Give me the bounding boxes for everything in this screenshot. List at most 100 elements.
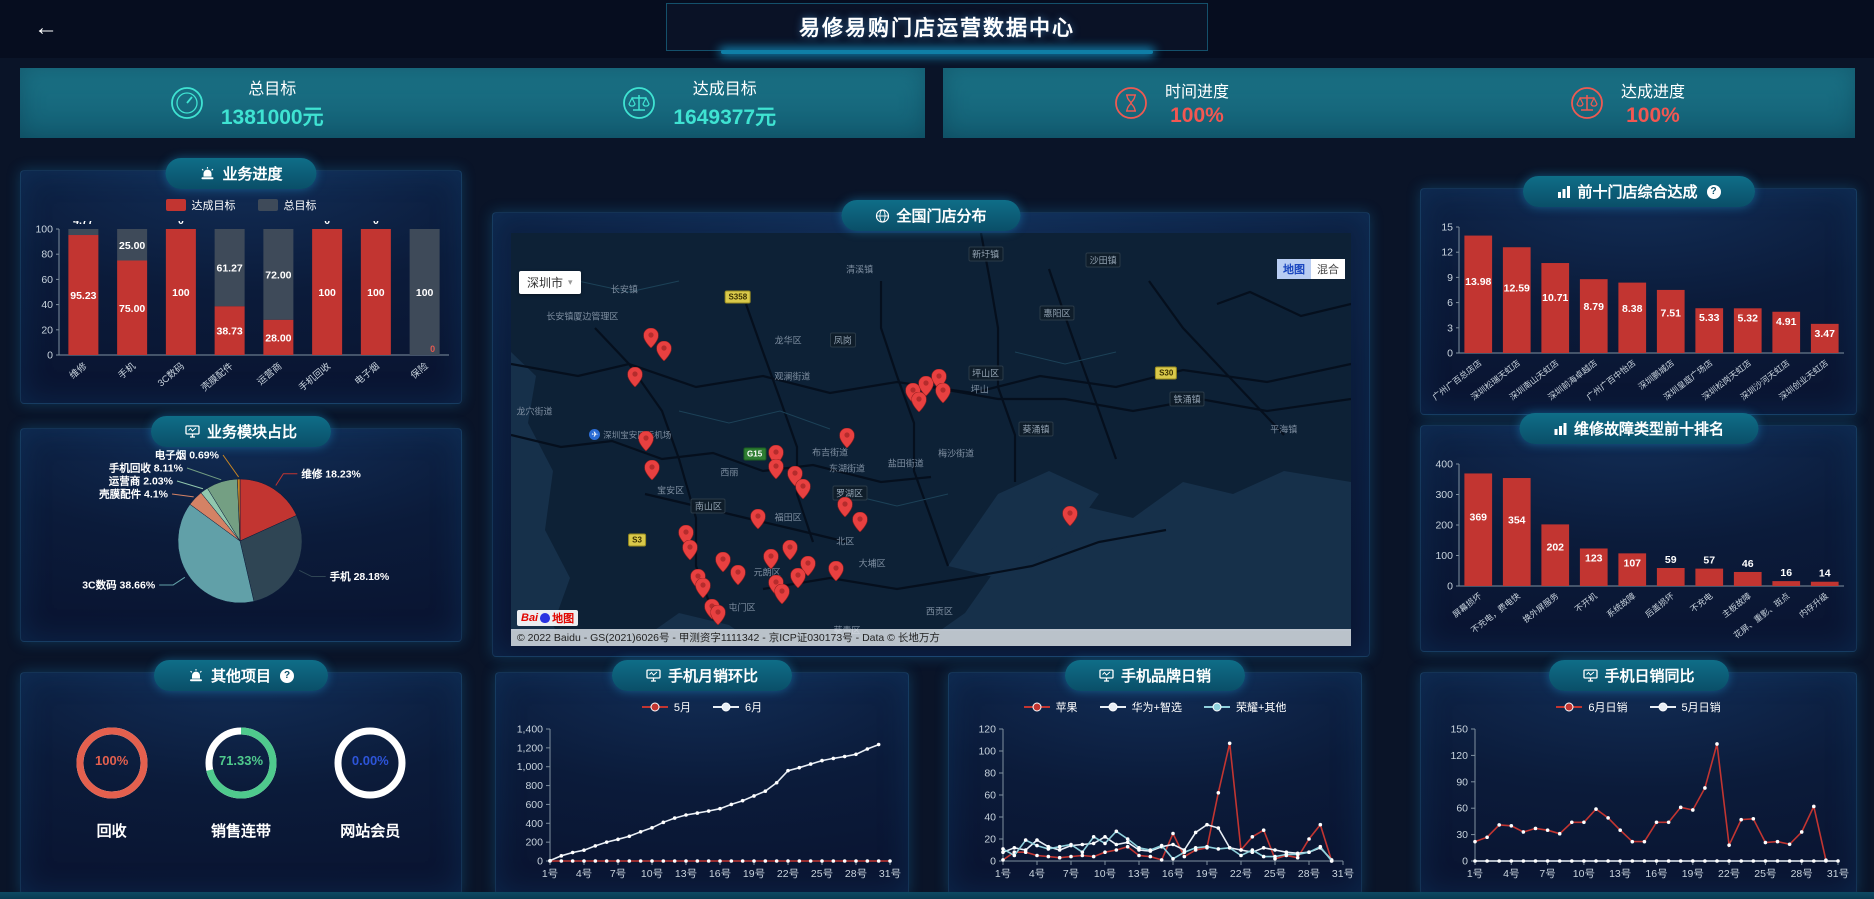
map-pin[interactable]: [796, 479, 811, 499]
progress-ring: 0.00% 网站会员: [320, 721, 420, 841]
svg-text:13号: 13号: [1128, 868, 1150, 880]
svg-text:46: 46: [1742, 558, 1754, 570]
help-badge[interactable]: ?: [280, 669, 294, 683]
progress-ring: 100%回收: [62, 721, 162, 841]
bar: [1657, 568, 1685, 586]
legend-item[interactable]: 6月: [713, 699, 762, 715]
legend-item[interactable]: 荣耀+其他: [1204, 699, 1286, 715]
svg-text:3: 3: [1447, 322, 1453, 334]
panel-store-map: 全国门店分布 长安镇长安镇厦边管理区清溪镇新圩镇沙田镇惠阳区凤岗龙华区观澜街道坪…: [492, 212, 1370, 657]
map-pin[interactable]: [840, 428, 855, 448]
svg-text:60: 60: [984, 790, 996, 802]
road-badge: S358: [724, 291, 751, 304]
svg-text:100: 100: [1435, 550, 1453, 562]
svg-text:壳膜配件 4.1%: 壳膜配件 4.1%: [98, 488, 169, 501]
map-pin[interactable]: [768, 459, 783, 479]
map-type-hybrid-button[interactable]: 混合: [1311, 259, 1345, 279]
kpi-value: 1381000元: [221, 101, 324, 131]
svg-text:0: 0: [178, 221, 184, 227]
legend-item[interactable]: 5月日销: [1650, 699, 1721, 715]
map-pin[interactable]: [912, 392, 927, 412]
legend-item[interactable]: 5月: [642, 699, 691, 715]
map-pin[interactable]: [645, 460, 660, 480]
map-pin[interactable]: [838, 497, 853, 517]
bar: [1618, 283, 1646, 353]
svg-text:屏幕损坏: 屏幕损坏: [1451, 590, 1484, 619]
svg-text:75.00: 75.00: [119, 303, 145, 315]
svg-text:0: 0: [47, 350, 53, 362]
map-pin[interactable]: [829, 561, 844, 581]
svg-text:3C数码 38.66%: 3C数码 38.66%: [82, 578, 156, 591]
map-pin[interactable]: [628, 367, 643, 387]
map-pin[interactable]: [639, 431, 654, 451]
map-pin[interactable]: [775, 584, 790, 604]
map-pin[interactable]: [750, 509, 765, 529]
yoy-sales-chart: 03060901201501号4号7号10号13号16号19号22号25号28号…: [1423, 719, 1854, 891]
svg-text:100: 100: [318, 287, 336, 299]
scale-icon: [621, 85, 657, 121]
dashboard: ← 易修易购门店运营数据中心 总目标 1381000元 达成目标: [0, 0, 1874, 899]
map-pin[interactable]: [852, 512, 867, 532]
monitor-icon: [646, 669, 661, 682]
airport-icon: ✈: [589, 429, 600, 440]
legend-item[interactable]: 总目标: [258, 197, 317, 213]
map-place-label: 东湖街道: [829, 462, 865, 475]
svg-text:600: 600: [525, 799, 543, 811]
svg-text:38.73: 38.73: [216, 326, 242, 338]
svg-text:30: 30: [1456, 829, 1468, 841]
svg-text:300: 300: [1435, 489, 1453, 501]
road-badge: S30: [1155, 367, 1177, 380]
baidu-paw-icon: [540, 613, 550, 623]
svg-text:系统故障: 系统故障: [1605, 590, 1638, 619]
legend-item[interactable]: 华为+智选: [1100, 699, 1182, 715]
svg-text:19号: 19号: [743, 868, 765, 880]
svg-text:4号: 4号: [576, 868, 592, 880]
back-arrow-icon[interactable]: ←: [34, 14, 58, 42]
bar: [1541, 524, 1569, 586]
svg-text:1,000: 1,000: [517, 761, 543, 773]
map-pin[interactable]: [715, 552, 730, 572]
svg-text:80: 80: [41, 249, 53, 261]
map-pin[interactable]: [682, 540, 697, 560]
svg-text:3C数码: 3C数码: [155, 360, 187, 389]
ring-label: 网站会员: [320, 820, 420, 841]
help-badge[interactable]: ?: [1707, 185, 1721, 199]
map-pin[interactable]: [782, 540, 797, 560]
bar: [1503, 247, 1531, 353]
kpi-value: 100%: [1621, 104, 1685, 128]
progress-ring: 71.33%销售连带: [191, 721, 291, 841]
svg-text:200: 200: [525, 837, 543, 849]
map-labels: 长安镇长安镇厦边管理区清溪镇新圩镇沙田镇惠阳区凤岗龙华区观澜街道坪山区坪山葵涌镇…: [511, 233, 1351, 631]
map-pin[interactable]: [763, 549, 778, 569]
map-pin[interactable]: [711, 605, 726, 625]
ring-percent: 0.00%: [320, 753, 420, 768]
map-pin[interactable]: [730, 565, 745, 585]
panel-yoy-sales: 手机日销同比 6月日销5月日销 03060901201501号4号7号10号13…: [1420, 672, 1857, 895]
panel-title-store-map: 全国门店分布: [841, 200, 1020, 231]
svg-text:31号: 31号: [879, 868, 901, 880]
panel-title-module-share: 业务模块占比: [151, 416, 331, 447]
panel-title-business-progress: 业务进度: [165, 158, 316, 189]
map-type-map-button[interactable]: 地图: [1277, 259, 1311, 279]
svg-text:后盖损坏: 后盖损坏: [1643, 590, 1676, 619]
map-pin[interactable]: [695, 578, 710, 598]
city-dropdown[interactable]: 深圳市 ▾: [519, 271, 581, 294]
svg-text:6: 6: [1447, 297, 1453, 309]
legend-item[interactable]: 6月日销: [1556, 699, 1627, 715]
map-pin[interactable]: [656, 341, 671, 361]
legend-item[interactable]: 苹果: [1024, 699, 1078, 715]
legend-item[interactable]: 达成目标: [166, 197, 236, 213]
svg-text:16号: 16号: [1645, 868, 1667, 880]
top10-stores-chart: 0369121513.98广州广百总店店12.59深圳松瑞天虹店10.71深圳南…: [1423, 215, 1854, 411]
svg-text:运营商: 运营商: [255, 360, 285, 388]
line-series: [550, 745, 879, 861]
map-pin[interactable]: [791, 568, 806, 588]
kpi-label: 时间进度: [1165, 78, 1229, 102]
module-share-pie: 维修 18.23%手机 28.18%3C数码 38.66%壳膜配件 4.1%运营…: [23, 435, 459, 639]
baidu-map[interactable]: 长安镇长安镇厦边管理区清溪镇新圩镇沙田镇惠阳区凤岗龙华区观澜街道坪山区坪山葵涌镇…: [511, 233, 1351, 646]
map-pin[interactable]: [935, 383, 950, 403]
svg-text:内存升级: 内存升级: [1797, 590, 1830, 619]
svg-text:7号: 7号: [1539, 868, 1555, 880]
panel-title-fault-rank: 维修故障类型前十排名: [1519, 413, 1758, 444]
map-pin[interactable]: [1062, 506, 1077, 526]
